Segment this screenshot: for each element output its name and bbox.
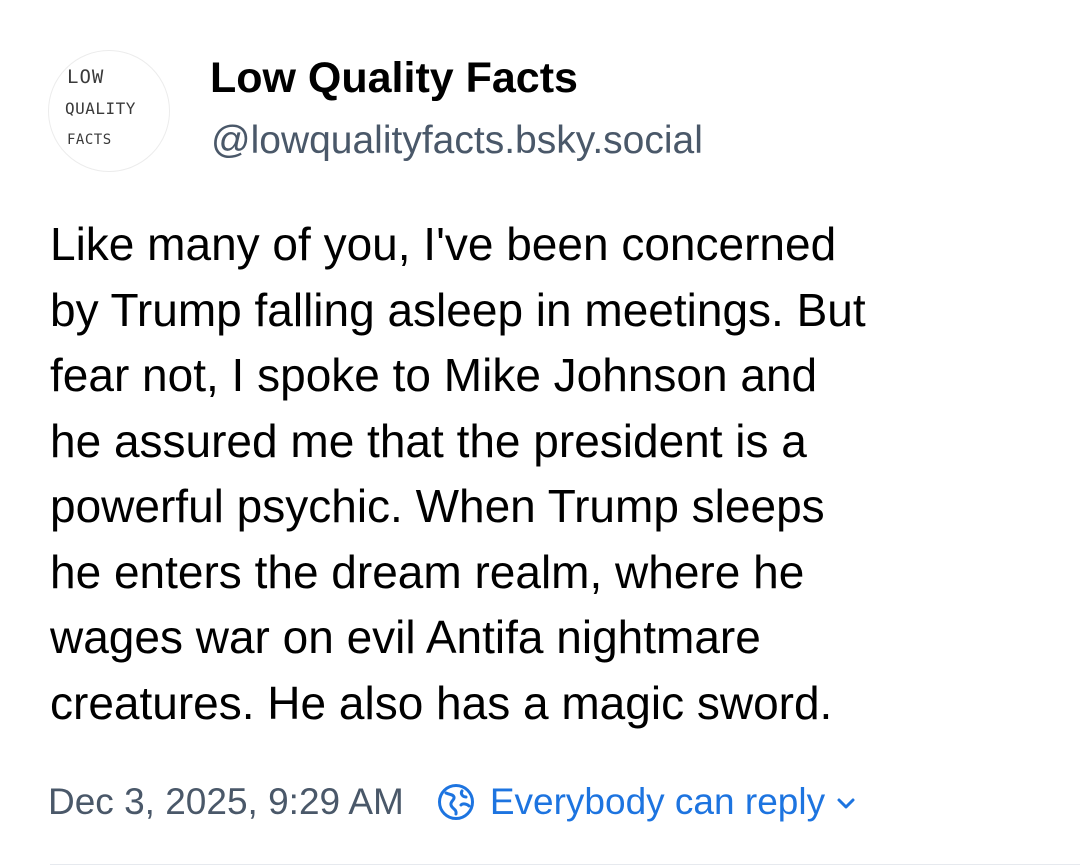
post-text-line: Like many of you, I've been concerned	[50, 218, 837, 270]
chevron-down-icon	[837, 798, 855, 809]
divider	[50, 864, 1080, 865]
post-text-line: wages war on evil Antifa nightmare	[50, 611, 761, 663]
post-meta: Dec 3, 2025, 9:29 AM Everybody can reply	[48, 776, 857, 828]
post-card: LOW QUALITY FACTS Low Quality Facts @low…	[0, 0, 1080, 868]
post-text-line: powerful psychic. When Trump sleeps	[50, 480, 825, 532]
post-text-line: by Trump falling asleep in meetings. But	[50, 283, 866, 336]
avatar-text-quality: QUALITY	[65, 99, 136, 118]
post-timestamp[interactable]: Dec 3, 2025, 9:29 AM	[48, 781, 404, 823]
post-text-line: he enters the dream realm, where he	[50, 545, 805, 598]
globe-icon	[437, 784, 474, 820]
post-text-line: fear not, I spoke to Mike Johnson and	[50, 349, 818, 401]
avatar-logo: LOW QUALITY FACTS	[65, 66, 136, 148]
post-text: Like many of you, I've been concerned by…	[50, 212, 1040, 736]
avatar[interactable]: LOW QUALITY FACTS	[48, 50, 170, 172]
post-text-line: he assured me that the president is a	[50, 414, 807, 467]
author-handle[interactable]: @lowqualityfacts.bsky.social	[211, 119, 703, 163]
avatar-text-low: LOW	[67, 66, 104, 88]
post-text-line: creatures. He also has a magic sword.	[50, 676, 833, 729]
avatar-text-facts: FACTS	[67, 132, 112, 148]
reply-setting-button[interactable]: Everybody can reply	[436, 781, 857, 823]
reply-setting-label: Everybody can reply	[489, 781, 826, 822]
author-display-name[interactable]: Low Quality Facts	[210, 54, 578, 103]
